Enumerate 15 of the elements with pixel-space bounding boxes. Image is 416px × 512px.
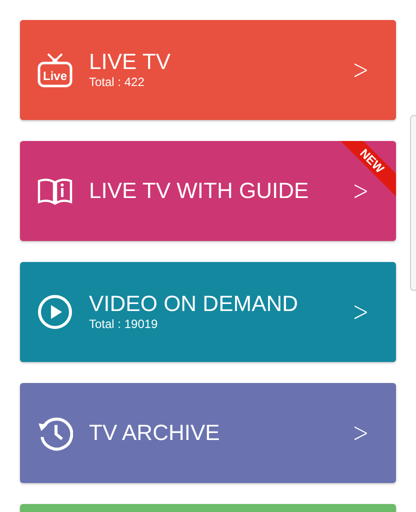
chevron-icon: >: [352, 177, 368, 205]
tile-title: LIVE TV: [89, 50, 171, 74]
tile-title: TV ARCHIVE: [89, 421, 220, 445]
play-icon: [37, 294, 73, 330]
menu-tile[interactable]: Live LIVE TV Total : 422 >: [20, 20, 396, 120]
history-icon: [37, 415, 73, 451]
tile-title: VIDEO ON DEMAND: [89, 292, 298, 316]
menu-tile[interactable]: VIDEO ON DEMAND Total : 19019 >: [20, 262, 396, 362]
menu-tile[interactable]: TV ARCHIVE >: [20, 383, 396, 483]
chevron-icon: >: [352, 56, 368, 84]
tile-count: Total : 422: [89, 74, 146, 90]
chevron-icon: >: [352, 419, 368, 447]
tile-title: LIVE TV WITH GUIDE: [89, 179, 309, 203]
tile-count: Total : 19019: [89, 316, 159, 332]
chevron-icon: >: [352, 298, 368, 326]
